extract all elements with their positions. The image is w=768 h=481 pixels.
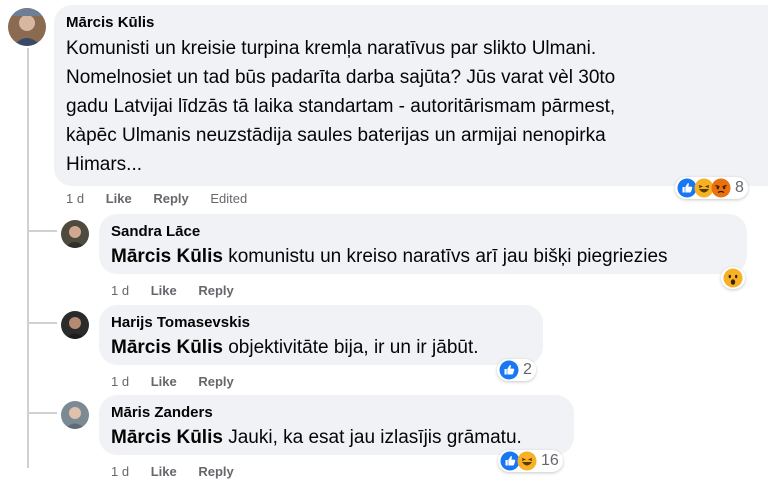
angry-icon [711,178,731,198]
thread-line-branch [27,230,57,232]
like-icon [499,360,519,380]
comment-time[interactable]: 1 d [66,191,84,206]
comment-time[interactable]: 1 d [111,464,129,479]
mention-link[interactable]: Mārcis Kūlis [111,427,223,448]
reply-button[interactable]: Reply [198,464,233,479]
reaction-count: 16 [541,452,559,469]
comment-author[interactable]: Mārcis Kūlis [66,14,154,31]
comment-text-line: kàpēc Ulmanis neuzstādija saules baterij… [66,125,606,146]
reaction-count: 8 [735,179,744,196]
comment-author[interactable]: Sandra Lāce [111,223,200,240]
mention-link[interactable]: Mārcis Kūlis [111,246,223,267]
comment-text-body: komunistu un kreiso naratīvs arī jau biš… [228,246,668,267]
haha-icon [517,451,537,471]
comment-author[interactable]: Harijs Tomasevskis [111,314,250,331]
reply-button[interactable]: Reply [153,191,188,206]
comment-time[interactable]: 1 d [111,283,129,298]
thread-line-branch [27,322,57,324]
comment-text-line: Nomelnosiet un tad būs padarīta darba sa… [66,67,616,88]
comment-actions: 1 d Like Reply [111,464,252,479]
like-button[interactable]: Like [151,374,177,389]
comment-actions: 1 d Like Reply [111,283,252,298]
comment-text-body: Jauki, ka esat jau izlasījis grāmatu. [228,427,522,448]
like-button[interactable]: Like [151,283,177,298]
comment-text-line: Komunisti un kreisie turpina kremļa nara… [66,38,597,59]
like-button[interactable]: Like [106,191,132,206]
avatar[interactable] [8,8,46,46]
comment-text: Mārcis Kūlis objektivitāte bija, ir un i… [111,333,479,362]
wow-icon [723,268,743,288]
comment-actions: 1 d Like Reply Edited [66,191,265,206]
comment-text: Mārcis Kūlis Jauki, ka esat jau izlasīji… [111,423,522,452]
like-button[interactable]: Like [151,464,177,479]
mention-link[interactable]: Mārcis Kūlis [111,337,223,358]
reaction-count: 2 [523,361,532,378]
comment-author[interactable]: Māris Zanders [111,404,213,421]
comment-text: Komunisti un kreisie turpina kremļa nara… [66,34,615,179]
comment-text-body: objektivitāte bija, ir un ir jābūt. [228,337,479,358]
reaction-summary[interactable]: 8 [675,177,748,199]
reply-button[interactable]: Reply [198,283,233,298]
reply-button[interactable]: Reply [198,374,233,389]
comment-actions: 1 d Like Reply [111,374,252,389]
comment-text: Mārcis Kūlis komunistu un kreiso naratīv… [111,242,668,271]
avatar[interactable] [61,311,89,339]
thread-line-vertical [27,48,29,468]
comment-text-line: gadu Latvijai līdzās tā laika standartam… [66,96,616,117]
edited-label[interactable]: Edited [210,191,247,206]
reaction-summary[interactable]: 2 [497,359,536,381]
thread-line-branch [27,412,57,414]
comment-text-line: Himars... [66,154,142,175]
avatar[interactable] [61,220,89,248]
avatar[interactable] [61,401,89,429]
reaction-summary[interactable] [721,267,745,289]
comment-time[interactable]: 1 d [111,374,129,389]
reaction-summary[interactable]: 16 [498,450,563,472]
